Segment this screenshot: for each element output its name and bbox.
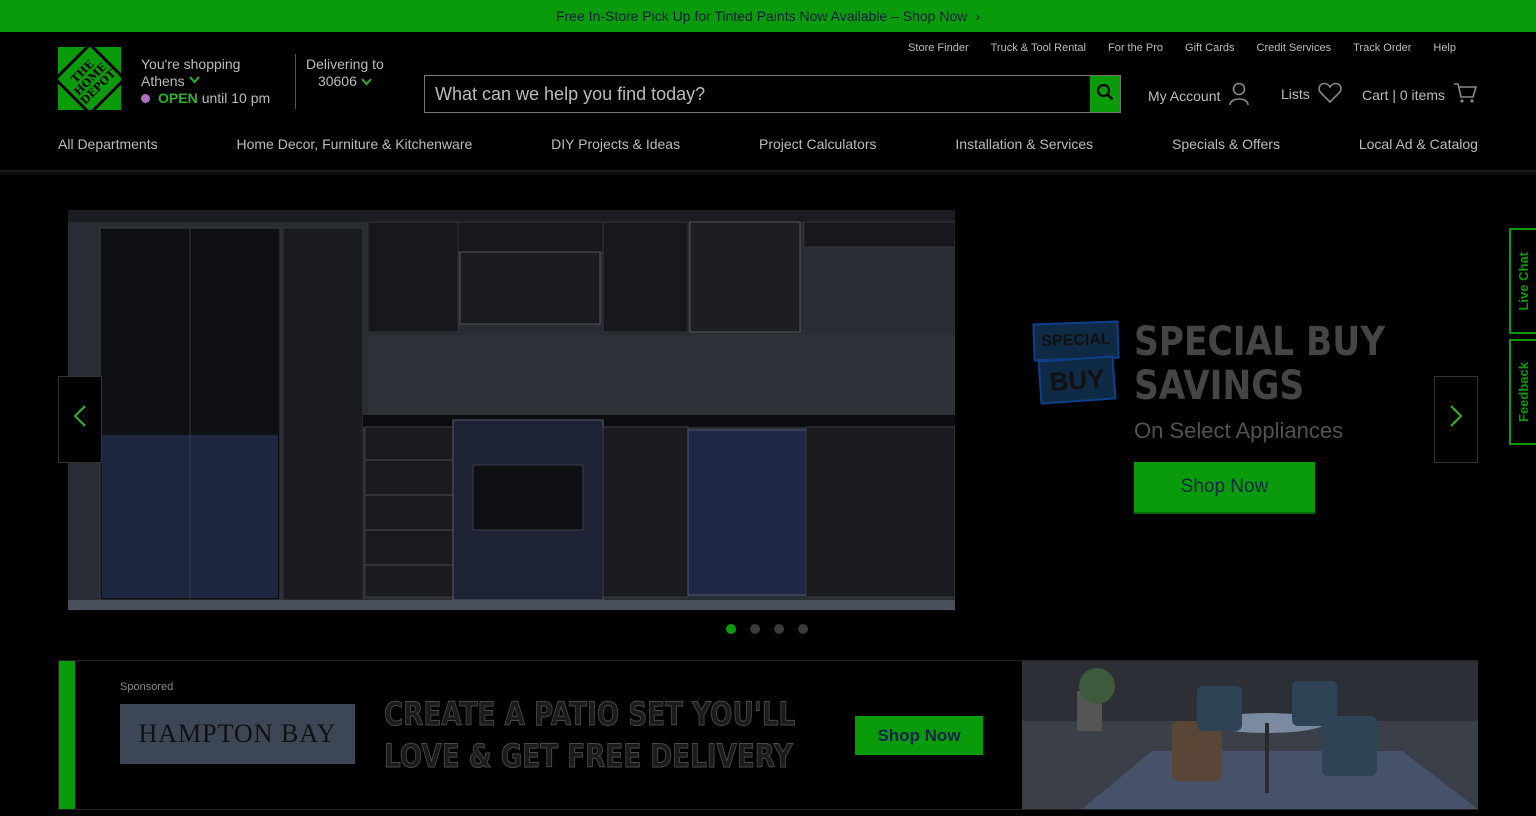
ad-accent-stripe: [59, 661, 75, 809]
carousel-dot[interactable]: [774, 624, 784, 634]
nav-project-calculators[interactable]: Project Calculators: [759, 136, 877, 152]
cart-label: Cart | 0 items: [1362, 86, 1445, 103]
hero-shop-now-button[interactable]: Shop Now: [1134, 462, 1315, 514]
carousel-dot[interactable]: [750, 624, 760, 634]
util-link-store-finder[interactable]: Store Finder: [908, 42, 969, 54]
util-link-for-the-pro[interactable]: For the Pro: [1108, 42, 1163, 54]
utility-links: Store Finder Truck & Tool Rental For the…: [908, 42, 1456, 54]
sponsored-banner[interactable]: Sponsored HAMPTON BAY CREATE A PATIO SET…: [58, 660, 1478, 810]
my-account-link[interactable]: My Account: [1148, 82, 1250, 109]
carousel-dots: [726, 624, 808, 634]
open-status: OPEN: [158, 90, 198, 106]
main-nav: All Departments Home Decor, Furniture & …: [58, 136, 1478, 152]
heart-icon: [1318, 82, 1342, 106]
carousel-dot[interactable]: [798, 624, 808, 634]
chevron-right-icon: ›: [975, 8, 981, 24]
logo-mark: THE HOME DEPOT: [52, 41, 127, 116]
util-link-credit-services[interactable]: Credit Services: [1257, 42, 1332, 54]
nav-home-decor[interactable]: Home Decor, Furniture & Kitchenware: [237, 136, 473, 152]
hero-kitchen-image[interactable]: [68, 210, 955, 610]
delivery-label: Delivering to: [306, 56, 384, 72]
nav-shadow: [0, 170, 1536, 176]
header-divider: [295, 54, 296, 109]
search-bar: [424, 75, 1121, 113]
special-buy-badge: SPECIAL BUY: [1032, 320, 1121, 405]
promo-text: Free In-Store Pick Up for Tinted Paints …: [555, 8, 968, 24]
store-selector[interactable]: You're shopping Athens OPEN until 10 pm: [141, 56, 270, 107]
util-link-gift-cards[interactable]: Gift Cards: [1185, 42, 1235, 54]
chevron-left-icon: [73, 404, 87, 435]
sponsored-label: Sponsored: [120, 681, 174, 693]
hampton-bay-logo: HAMPTON BAY: [120, 704, 355, 764]
util-link-truck-tool-rental[interactable]: Truck & Tool Rental: [991, 42, 1086, 54]
live-chat-tab[interactable]: Live Chat: [1509, 228, 1536, 334]
my-account-label: My Account: [1148, 87, 1221, 104]
site-header: THE HOME DEPOT You're shopping Athens OP…: [0, 32, 1536, 170]
promo-banner[interactable]: Free In-Store Pick Up for Tinted Paints …: [0, 0, 1536, 32]
delivery-zip: 30606: [317, 73, 357, 89]
nav-diy-projects[interactable]: DIY Projects & Ideas: [551, 136, 680, 152]
chevron-down-icon: [361, 73, 372, 90]
cart-link[interactable]: Cart | 0 items: [1362, 82, 1478, 107]
nav-all-departments[interactable]: All Departments: [58, 136, 158, 152]
search-icon: [1096, 83, 1114, 106]
hero-title: SPECIAL BUY SAVINGS: [1134, 319, 1386, 409]
hero-subtitle: On Select Appliances: [1134, 418, 1344, 443]
store-hours: until 10 pm: [201, 90, 271, 106]
nav-installation-services[interactable]: Installation & Services: [955, 136, 1093, 152]
nav-local-ad-catalog[interactable]: Local Ad & Catalog: [1359, 136, 1478, 152]
chevron-down-icon: [188, 73, 200, 90]
search-input[interactable]: [425, 76, 1090, 112]
delivery-selector[interactable]: Delivering to 30606: [306, 56, 384, 90]
open-status-dot-icon: [141, 94, 150, 103]
feedback-tab[interactable]: Feedback: [1509, 339, 1536, 445]
carousel-dot[interactable]: [726, 624, 736, 634]
chevron-right-icon: [1449, 404, 1463, 435]
nav-specials-offers[interactable]: Specials & Offers: [1172, 136, 1280, 152]
util-link-track-order[interactable]: Track Order: [1353, 42, 1411, 54]
patio-set-image: [1022, 661, 1478, 809]
cart-icon: [1453, 82, 1478, 107]
carousel-next-button[interactable]: [1434, 376, 1478, 463]
feedback-label: Feedback: [1516, 362, 1531, 422]
user-icon: [1228, 82, 1250, 109]
lists-label: Lists: [1281, 86, 1310, 102]
search-button[interactable]: [1090, 76, 1120, 112]
util-link-help[interactable]: Help: [1433, 42, 1456, 54]
store-name: Athens: [141, 73, 185, 89]
live-chat-label: Live Chat: [1516, 251, 1531, 311]
carousel-prev-button[interactable]: [58, 376, 102, 463]
ad-shop-now-button[interactable]: Shop Now: [855, 716, 983, 755]
lists-link[interactable]: Lists: [1281, 82, 1342, 106]
ad-headline: CREATE A PATIO SET YOU'LL LOVE & GET FRE…: [384, 695, 796, 776]
shopping-label: You're shopping: [141, 56, 241, 72]
home-depot-logo[interactable]: THE HOME DEPOT: [52, 41, 127, 116]
